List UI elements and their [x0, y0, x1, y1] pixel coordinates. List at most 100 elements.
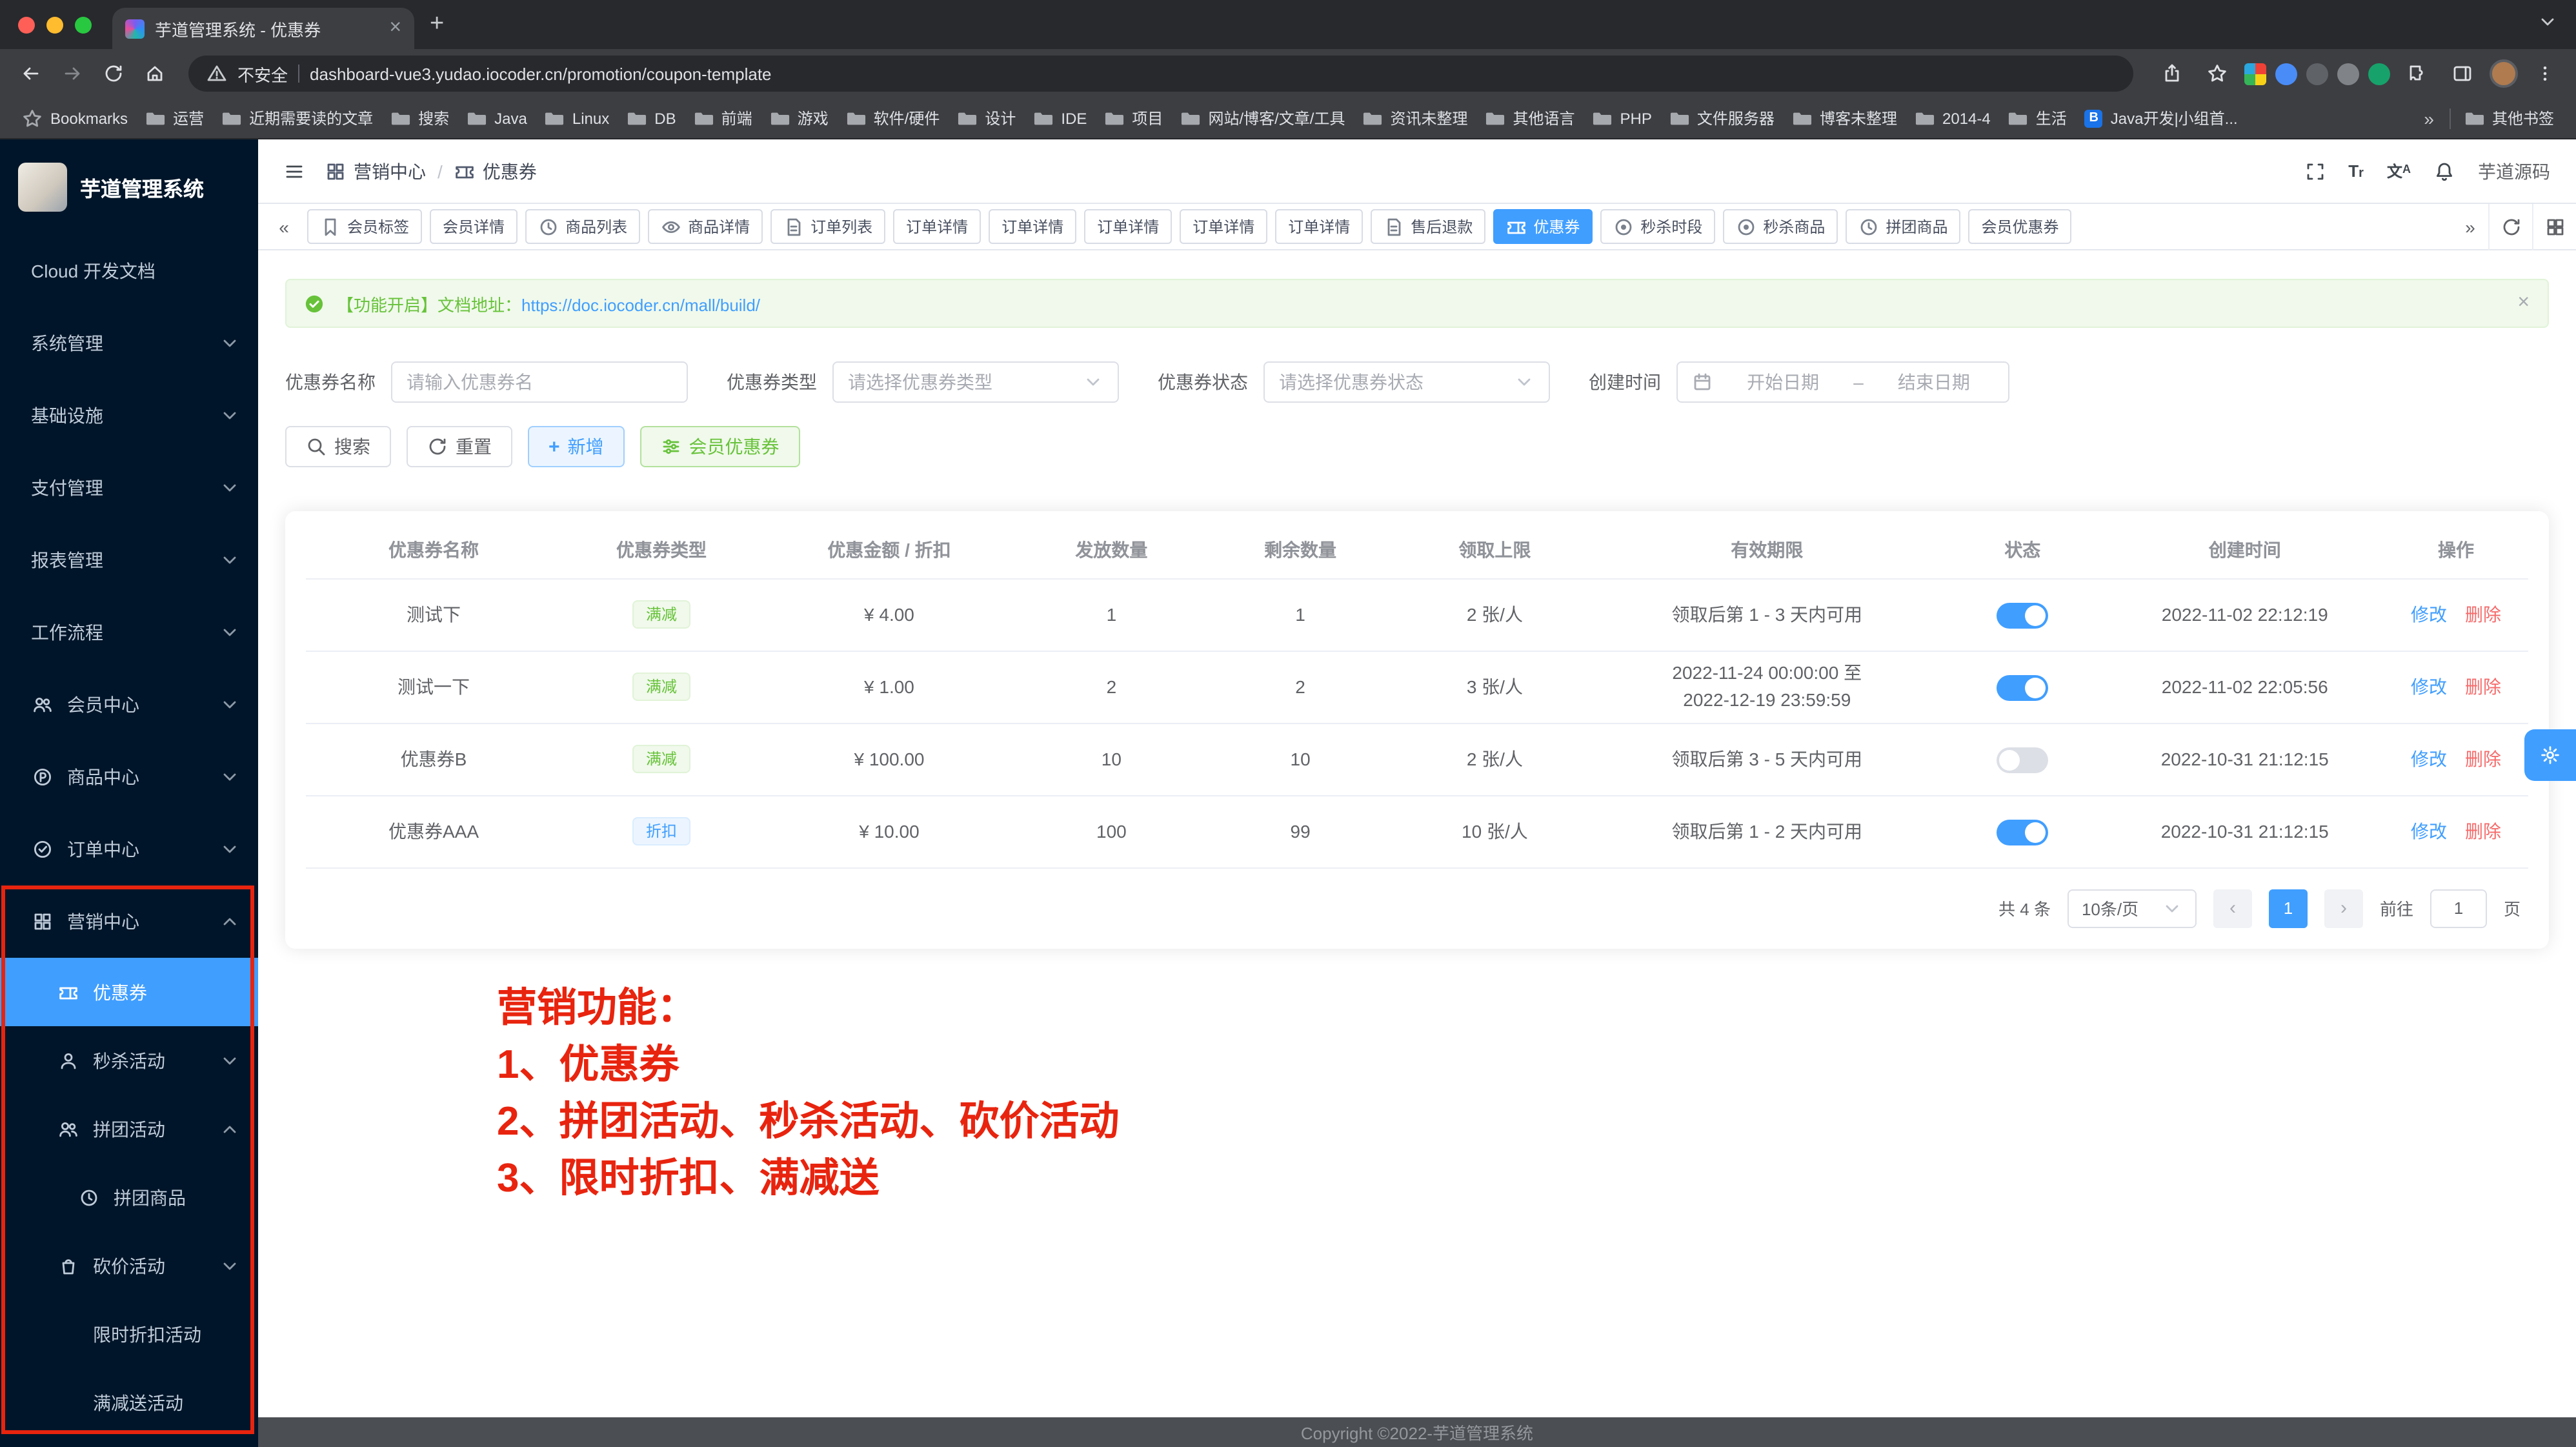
sidebar-item-discount-activity[interactable]: 限时折扣活动: [0, 1300, 258, 1368]
coupon-type-select[interactable]: 请选择优惠券类型: [832, 361, 1119, 403]
extension-icon[interactable]: [2275, 63, 2297, 85]
sidebar-item-bargain[interactable]: 砍价活动: [0, 1231, 258, 1300]
sidebar-item-promotion-center[interactable]: 营销中心: [0, 885, 258, 958]
share-icon[interactable]: [2154, 56, 2190, 92]
tagview-tab[interactable]: 订单详情: [893, 209, 981, 244]
bookmark-item[interactable]: 生活: [2000, 103, 2076, 134]
sidebar-item-infra[interactable]: 基础设施: [0, 379, 258, 452]
bookmark-item[interactable]: 搜索: [382, 103, 458, 134]
sidebar-collapse-button[interactable]: [284, 161, 305, 181]
bookmark-item[interactable]: IDE: [1025, 103, 1096, 134]
forward-button[interactable]: [54, 56, 90, 92]
tab-search-button[interactable]: [2537, 12, 2558, 32]
window-close-button[interactable]: [18, 16, 35, 33]
coupon-status-select[interactable]: 请选择优惠券状态: [1263, 361, 1550, 403]
edit-link[interactable]: 修改: [2411, 676, 2447, 696]
sidebar-item-combination[interactable]: 拼团活动: [0, 1095, 258, 1163]
bookmark-item[interactable]: 网站/博客/文章/工具: [1172, 103, 1354, 134]
bookmarks-overflow-icon[interactable]: »: [2413, 108, 2444, 128]
delete-link[interactable]: 删除: [2465, 820, 2501, 841]
tagview-tab[interactable]: 会员优惠券: [1968, 209, 2071, 244]
bookmark-item[interactable]: 文件服务器: [1661, 103, 1784, 134]
delete-link[interactable]: 删除: [2465, 676, 2501, 696]
sidebar-item-combination-product[interactable]: 拼团商品: [0, 1163, 258, 1231]
notice-close-icon[interactable]: ×: [2517, 293, 2530, 314]
prev-page-button[interactable]: ‹: [2213, 889, 2252, 927]
settings-gear-button[interactable]: [2524, 729, 2576, 781]
tagview-tab[interactable]: 秒杀时段: [1600, 209, 1715, 244]
app-logo[interactable]: 芋道管理系统: [0, 139, 258, 235]
reload-button[interactable]: [96, 56, 132, 92]
window-zoom-button[interactable]: [75, 16, 92, 33]
tagview-tab[interactable]: 售后退款: [1371, 209, 1485, 244]
tags-layout-button[interactable]: [2532, 203, 2576, 250]
tagview-tab[interactable]: 商品详情: [648, 209, 763, 244]
sidebar-item-member-center[interactable]: 会员中心: [0, 669, 258, 741]
address-bar[interactable]: 不安全 dashboard-vue3.yudao.iocoder.cn/prom…: [188, 56, 2133, 92]
status-toggle[interactable]: [1997, 747, 2048, 773]
browser-tab[interactable]: 芋道管理系统 - 优惠券 ×: [112, 8, 414, 49]
tags-scroll-right-button[interactable]: »: [2452, 216, 2488, 237]
bookmark-star-icon[interactable]: [2199, 56, 2235, 92]
sidebar-item-report[interactable]: 报表管理: [0, 524, 258, 596]
tagview-tab[interactable]: 会员详情: [430, 209, 518, 244]
font-size-button[interactable]: Tr: [2348, 162, 2364, 180]
bookmark-item[interactable]: Bookmarks: [13, 103, 137, 134]
status-toggle[interactable]: [1997, 819, 2048, 845]
bookmark-item[interactable]: 前端: [685, 103, 761, 134]
bookmark-item[interactable]: 其他语言: [1477, 103, 1584, 134]
bookmark-item[interactable]: 运营: [137, 103, 213, 134]
notifications-button[interactable]: [2434, 161, 2455, 181]
home-button[interactable]: [137, 56, 173, 92]
edit-link[interactable]: 修改: [2411, 748, 2447, 769]
browser-menu-icon[interactable]: [2527, 56, 2563, 92]
bookmark-item[interactable]: 资讯未整理: [1354, 103, 1476, 134]
page-size-select[interactable]: 10条/页: [2068, 889, 2197, 927]
extension-icon[interactable]: [2244, 63, 2266, 85]
tags-refresh-button[interactable]: [2488, 203, 2532, 250]
username[interactable]: 芋道源码: [2478, 158, 2550, 184]
breadcrumb-promotion[interactable]: 营销中心: [325, 158, 426, 184]
tagview-tab[interactable]: 订单详情: [989, 209, 1076, 244]
bookmark-item[interactable]: 博客未整理: [1784, 103, 1906, 134]
delete-link[interactable]: 删除: [2465, 748, 2501, 769]
tagview-tab[interactable]: 订单详情: [1275, 209, 1363, 244]
bookmark-item[interactable]: DB: [618, 103, 685, 134]
tagview-tab[interactable]: 秒杀商品: [1723, 209, 1838, 244]
add-button[interactable]: + 新增: [528, 426, 625, 467]
tagview-tab[interactable]: 会员标签: [307, 209, 422, 244]
tagview-tab[interactable]: 订单详情: [1180, 209, 1267, 244]
tagview-tab[interactable]: 商品列表: [525, 209, 640, 244]
current-page-button[interactable]: 1: [2269, 889, 2308, 927]
profile-avatar[interactable]: [2490, 59, 2518, 88]
bookmark-item[interactable]: Linux: [536, 103, 618, 134]
tagview-tab[interactable]: 订单列表: [770, 209, 885, 244]
sidebar-item-product-center[interactable]: 商品中心: [0, 741, 258, 813]
side-panel-icon[interactable]: [2444, 56, 2480, 92]
extension-icon[interactable]: [2368, 63, 2390, 85]
tags-scroll-left-button[interactable]: «: [266, 216, 302, 237]
coupon-name-input[interactable]: [391, 361, 688, 403]
extensions-menu-icon[interactable]: [2399, 56, 2435, 92]
next-page-button[interactable]: ›: [2324, 889, 2363, 927]
other-bookmarks-folder[interactable]: 其他书签: [2456, 103, 2563, 134]
goto-page-input[interactable]: [2430, 889, 2487, 927]
extension-icon[interactable]: [2337, 63, 2359, 85]
bookmark-item[interactable]: 软件/硬件: [838, 103, 949, 134]
extension-icon[interactable]: [2306, 63, 2328, 85]
bookmark-item[interactable]: PHP: [1584, 103, 1661, 134]
back-button[interactable]: [13, 56, 49, 92]
sidebar-item-order-center[interactable]: 订单中心: [0, 813, 258, 885]
doc-link[interactable]: https://doc.iocoder.cn/mall/build/: [521, 295, 760, 314]
edit-link[interactable]: 修改: [2411, 820, 2447, 841]
fullscreen-button[interactable]: [2304, 161, 2325, 181]
edit-link[interactable]: 修改: [2411, 603, 2447, 624]
window-minimize-button[interactable]: [46, 16, 63, 33]
bookmark-item[interactable]: BJava开发|小组首...: [2076, 103, 2247, 134]
member-coupon-button[interactable]: 会员优惠券: [640, 426, 800, 467]
sidebar-item-seckill[interactable]: 秒杀活动: [0, 1026, 258, 1095]
new-tab-button[interactable]: +: [430, 10, 444, 39]
status-toggle[interactable]: [1997, 602, 2048, 628]
search-button[interactable]: 搜索: [285, 426, 391, 467]
reset-button[interactable]: 重置: [407, 426, 512, 467]
